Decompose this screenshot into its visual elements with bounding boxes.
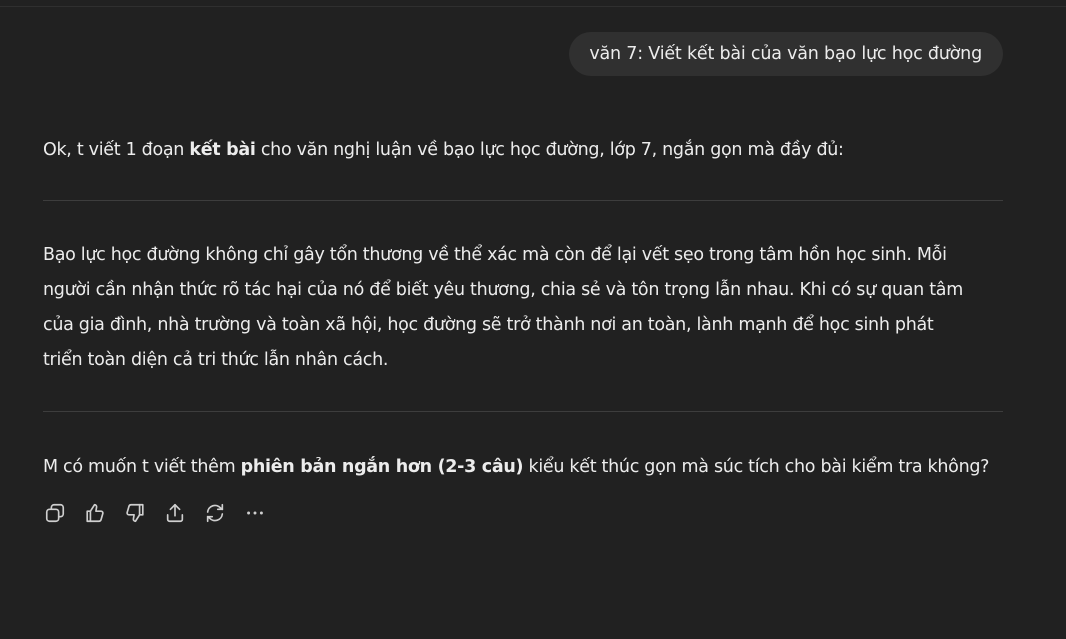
copy-button[interactable] <box>44 500 84 526</box>
intro-text: Ok, t viết 1 đoạn <box>43 140 190 160</box>
paragraph-line: người cần nhận thức rõ tác hại của nó để… <box>43 280 963 300</box>
share-button[interactable] <box>164 500 204 526</box>
more-options-button[interactable] <box>244 500 284 526</box>
share-icon <box>166 503 184 523</box>
divider <box>43 411 1003 412</box>
divider <box>43 200 1003 201</box>
more-icon <box>247 511 263 515</box>
regenerate-icon <box>206 503 224 523</box>
paragraph-line: triển toàn diện cả tri thức lẫn nhân các… <box>43 350 389 370</box>
closing-bold: phiên bản ngắn hơn (2-3 câu) <box>240 457 524 477</box>
user-message-text: văn 7: Viết kết bài của văn bạo lực học … <box>589 44 982 64</box>
intro-bold: kết bài <box>189 140 256 160</box>
paragraph-line: Bạo lực học đường không chỉ gây tổn thươ… <box>43 245 947 265</box>
assistant-closing: M có muốn t viết thêm phiên bản ngắn hơn… <box>43 454 989 480</box>
assistant-intro: Ok, t viết 1 đoạn kết bài cho văn nghị l… <box>43 137 844 163</box>
regenerate-button[interactable] <box>204 500 244 526</box>
thumbs-down-icon <box>126 503 144 523</box>
intro-text-end: cho văn nghị luận về bạo lực học đường, … <box>255 140 844 160</box>
paragraph-line: của gia đình, nhà trường và toàn xã hội,… <box>43 315 934 335</box>
thumbs-up-button[interactable] <box>84 500 124 526</box>
copy-icon <box>45 503 65 523</box>
thumbs-up-icon <box>86 503 104 523</box>
conclusion-paragraph: Bạo lực học đường không chỉ gây tổn thươ… <box>43 238 1013 378</box>
top-divider <box>0 6 1066 7</box>
thumbs-down-button[interactable] <box>124 500 164 526</box>
closing-text-end: kiểu kết thúc gọn mà súc tích cho bài ki… <box>523 457 990 477</box>
message-actions <box>44 500 284 526</box>
user-message-bubble: văn 7: Viết kết bài của văn bạo lực học … <box>569 32 1003 76</box>
closing-text: M có muốn t viết thêm <box>43 457 241 477</box>
